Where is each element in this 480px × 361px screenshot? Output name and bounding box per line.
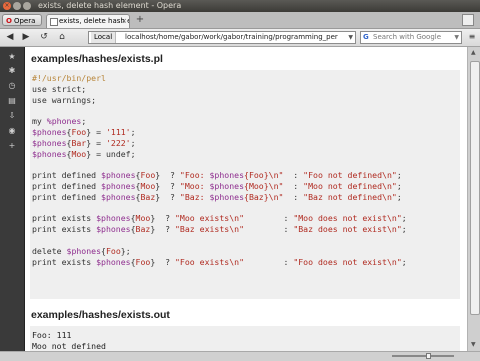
address-dropdown-icon[interactable]: ▼	[348, 32, 353, 43]
output-line-1: Foo: 111	[32, 330, 72, 340]
zoom-slider-track[interactable]	[392, 355, 454, 357]
tab-label: exists, delete hash e	[59, 17, 130, 25]
panels-add-icon[interactable]: +	[7, 141, 17, 151]
window-maximize-icon[interactable]	[23, 2, 31, 10]
window-close-icon[interactable]: ×	[3, 2, 11, 10]
tab-active[interactable]: exists, delete hash e ×	[46, 14, 130, 28]
forward-icon[interactable]: ▶	[20, 31, 32, 43]
settings-gear-icon[interactable]: ✱	[7, 66, 17, 76]
code-block: #!/usr/bin/perl use strict; use warnings…	[30, 70, 460, 299]
tab-close-icon[interactable]: ×	[121, 15, 127, 28]
back-icon[interactable]: ◀	[4, 31, 16, 43]
opera-logo-icon: O	[6, 17, 12, 25]
vertical-scrollbar[interactable]: ▲ ▼	[467, 47, 480, 351]
navigation-toolbar: ◀ ▶ ↺ ⌂ Local localhost/home/gabor/work/…	[0, 29, 480, 47]
opera-menu-button[interactable]: O Opera	[2, 14, 42, 26]
window-title: exists, delete hash element - Opera	[38, 1, 182, 10]
google-icon: G	[363, 33, 369, 41]
output-file-heading: examples/hashes/exists.out	[31, 309, 170, 321]
page-content: examples/hashes/exists.pl #!/usr/bin/per…	[25, 47, 467, 351]
search-field[interactable]: G Search with Google ▼	[360, 31, 462, 44]
output-block: Foo: 111 Moo not defined	[30, 326, 460, 351]
search-engine-dropdown-icon[interactable]: ▼	[454, 32, 459, 43]
tab-bar: O Opera exists, delete hash e × +	[0, 12, 480, 29]
new-tab-button[interactable]: +	[134, 14, 146, 26]
perl-source-code: #!/usr/bin/perl use strict; use warnings…	[32, 73, 407, 267]
source-file-heading: examples/hashes/exists.pl	[31, 53, 163, 65]
address-badge: Local	[91, 32, 117, 43]
output-line-2: Moo not defined	[32, 341, 106, 351]
reload-icon[interactable]: ↺	[38, 31, 50, 43]
notes-icon[interactable]: ▤	[7, 96, 17, 106]
address-url[interactable]: localhost/home/gabor/work/gabor/training…	[125, 32, 343, 43]
zoom-slider-handle[interactable]	[426, 353, 431, 359]
browser-menu-icon[interactable]: ≡	[467, 32, 477, 42]
bookmarks-star-icon[interactable]: ★	[7, 52, 17, 62]
window-minimize-icon[interactable]	[13, 2, 21, 10]
title-bar: × exists, delete hash element - Opera	[0, 0, 480, 12]
scroll-down-icon[interactable]: ▼	[471, 341, 476, 348]
history-clock-icon[interactable]: ◷	[7, 81, 17, 91]
search-placeholder: Search with Google	[373, 33, 442, 41]
opera-menu-label: Opera	[13, 17, 36, 25]
tab-list-icon[interactable]	[462, 14, 474, 26]
sidebar-panel: ★ ✱ ◷ ▤ ⇩ ◉ +	[0, 47, 25, 351]
page-favicon-icon	[50, 18, 58, 26]
home-icon[interactable]: ⌂	[56, 31, 68, 43]
widgets-icon[interactable]: ◉	[7, 126, 17, 136]
output-line: Foo: 111 Moo not defined	[32, 330, 460, 351]
address-bar[interactable]: Local localhost/home/gabor/work/gabor/tr…	[88, 31, 356, 44]
scroll-up-icon[interactable]: ▲	[471, 49, 476, 56]
transfers-icon[interactable]: ⇩	[7, 111, 17, 121]
scrollbar-thumb[interactable]	[470, 61, 480, 315]
